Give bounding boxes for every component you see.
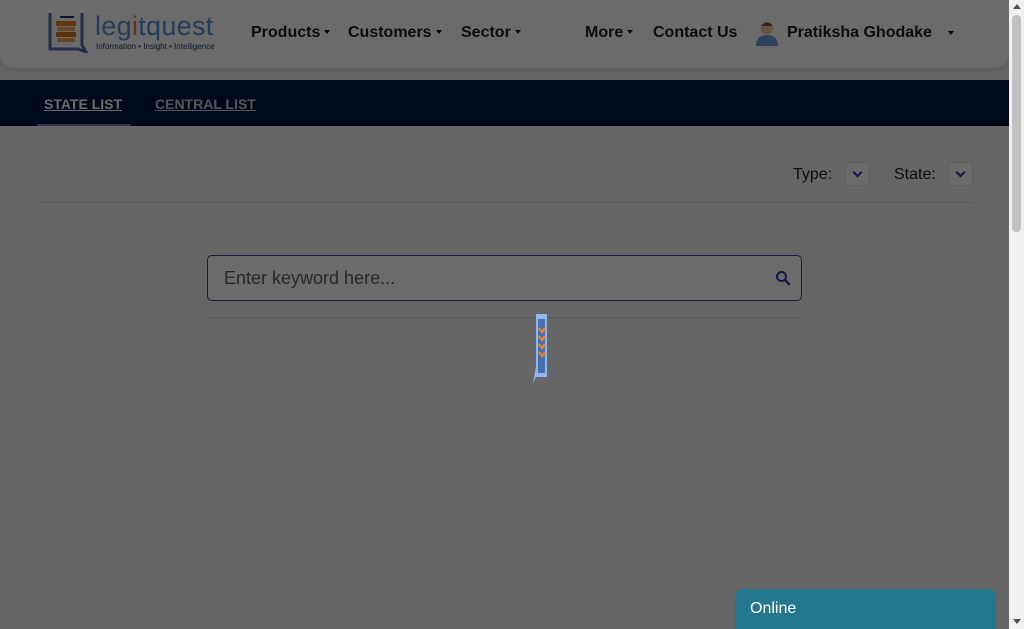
- loading-spinner-icon: [533, 314, 547, 384]
- top-navbar: legitquest Information • Insight • Intel…: [0, 0, 1009, 68]
- logo-wordmark: legitquest: [95, 11, 214, 41]
- tab-central-list[interactable]: CENTRAL LIST: [155, 96, 256, 112]
- caret-down-icon: [324, 30, 331, 34]
- search-box: [207, 255, 802, 301]
- logo-tagline: Information • Insight • Intelligence: [96, 42, 215, 51]
- scroll-up-arrow-icon[interactable]: [1013, 4, 1021, 9]
- caret-down-icon: [514, 30, 521, 34]
- nav-sector-label: Sector: [461, 24, 511, 41]
- nav-more[interactable]: More: [585, 24, 634, 42]
- active-tab-indicator: [37, 124, 131, 126]
- page: legitquest Information • Insight • Intel…: [0, 0, 1009, 629]
- filter-divider: [37, 202, 973, 203]
- caret-down-icon: [627, 30, 634, 34]
- logo-books-icon: [48, 13, 88, 53]
- caret-down-icon: [435, 30, 442, 34]
- chat-widget[interactable]: Online: [735, 589, 996, 629]
- user-name[interactable]: Pratiksha Ghodake: [787, 24, 932, 42]
- type-filter-label: Type:: [793, 166, 833, 183]
- nav-contact-us-label: Contact Us: [653, 24, 738, 41]
- state-select[interactable]: [948, 162, 973, 186]
- user-avatar-icon[interactable]: [755, 20, 779, 46]
- nav-contact-us[interactable]: Contact Us: [653, 24, 737, 42]
- nav-sector[interactable]: Sector: [461, 24, 521, 42]
- scrollbar-thumb[interactable]: [1012, 15, 1021, 232]
- nav-customers-label: Customers: [348, 24, 432, 41]
- nav-more-label: More: [585, 24, 624, 41]
- legitquest-logo[interactable]: legitquest Information • Insight • Intel…: [48, 11, 223, 53]
- chevron-down-icon: [852, 167, 863, 178]
- nav-customers[interactable]: Customers: [348, 24, 442, 42]
- nav-products[interactable]: Products: [251, 24, 331, 42]
- page-scrollbar[interactable]: [1009, 0, 1024, 629]
- scroll-down-arrow-icon[interactable]: [1013, 619, 1021, 624]
- search-icon[interactable]: [775, 270, 791, 286]
- chat-status-label: Online: [750, 600, 797, 617]
- nav-products-label: Products: [251, 24, 321, 41]
- search-divider: [207, 317, 802, 318]
- list-tab-bar: STATE LIST CENTRAL LIST: [0, 80, 1009, 126]
- search-input[interactable]: [209, 257, 764, 299]
- chevron-down-icon: [955, 167, 966, 178]
- state-filter-label: State:: [894, 166, 936, 183]
- tab-state-list[interactable]: STATE LIST: [44, 96, 122, 112]
- user-menu-caret-icon[interactable]: [948, 31, 954, 35]
- type-select[interactable]: [845, 162, 870, 186]
